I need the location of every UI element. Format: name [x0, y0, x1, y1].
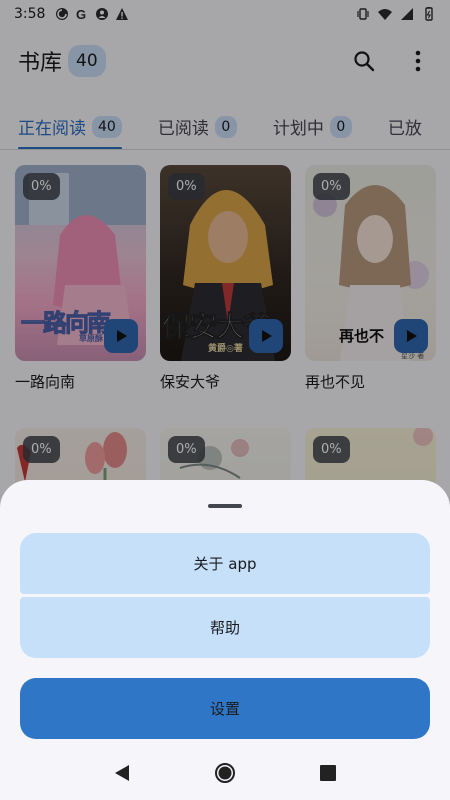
help-item[interactable]: 帮助	[20, 597, 430, 658]
nav-recents-button[interactable]	[316, 761, 340, 785]
sheet-menu: 关于 app 帮助	[20, 533, 430, 658]
system-nav-bar	[0, 746, 450, 800]
home-icon	[214, 763, 235, 783]
back-icon	[114, 765, 129, 781]
sheet-drag-handle[interactable]	[208, 504, 242, 508]
recents-icon	[320, 765, 337, 781]
about-app-item[interactable]: 关于 app	[20, 533, 430, 594]
nav-back-button[interactable]	[110, 761, 134, 785]
nav-home-button[interactable]	[213, 761, 237, 785]
settings-button[interactable]: 设置	[20, 678, 430, 739]
